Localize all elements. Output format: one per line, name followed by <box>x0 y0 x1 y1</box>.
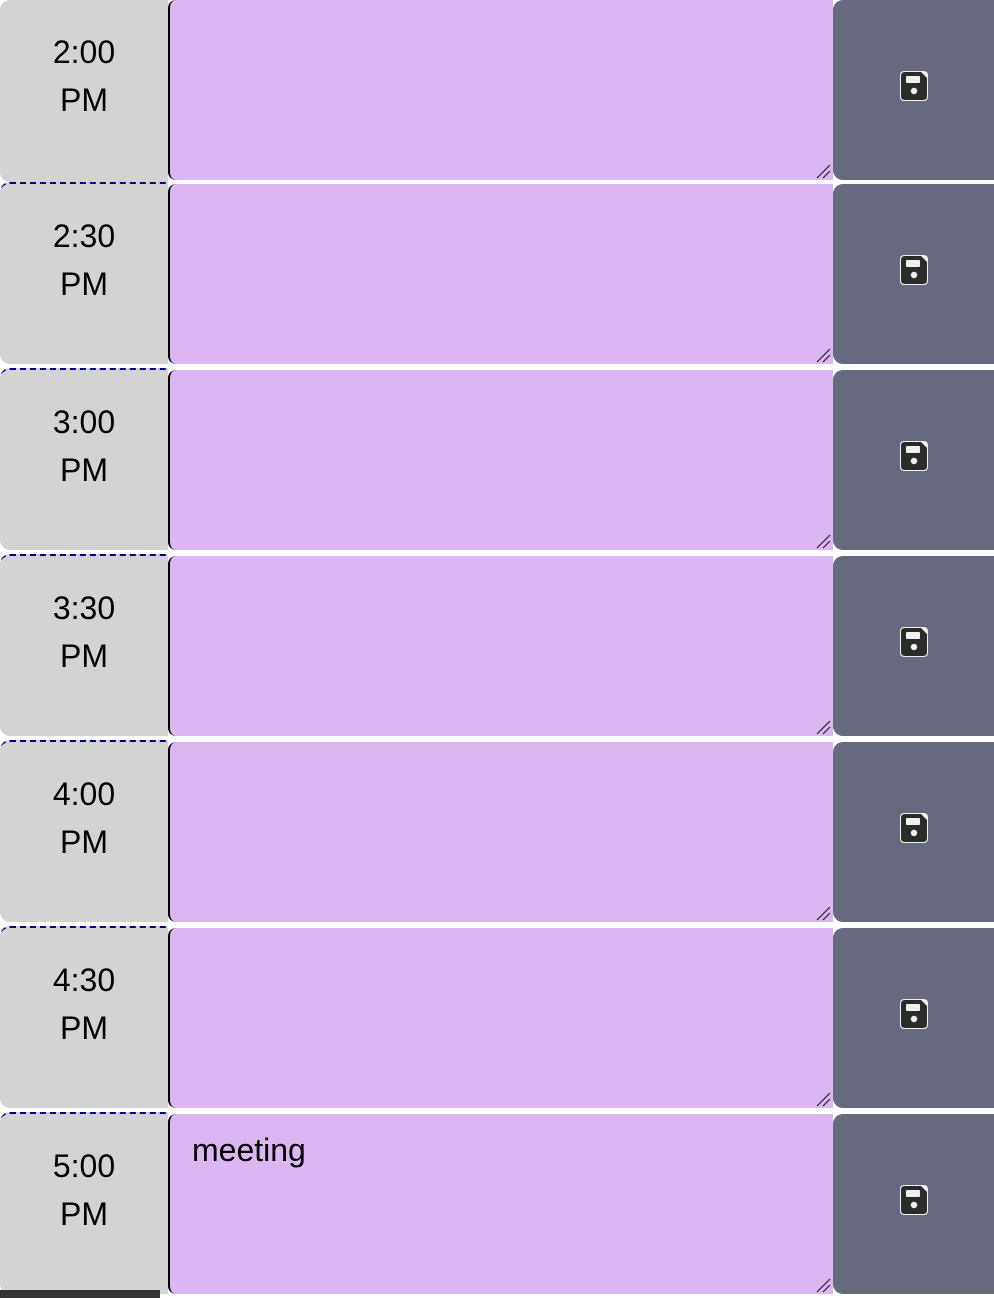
resize-grip-icon[interactable] <box>815 1091 831 1107</box>
description-textarea[interactable] <box>168 0 833 180</box>
resize-grip-icon[interactable] <box>815 719 831 735</box>
resize-grip-icon[interactable] <box>815 533 831 549</box>
hour-meridiem: PM <box>60 824 108 860</box>
hour-label: 4:30 PM <box>0 926 168 1108</box>
resize-grip-icon[interactable] <box>815 905 831 921</box>
time-block: 2:00 PM <box>0 0 994 182</box>
description-textarea[interactable] <box>168 742 833 922</box>
hour-label: 3:30 PM <box>0 554 168 736</box>
resize-grip-icon[interactable] <box>815 347 831 363</box>
hour-time: 2:00 <box>52 34 116 70</box>
resize-grip-icon[interactable] <box>815 1277 831 1293</box>
hour-label: 2:00 PM <box>0 0 168 182</box>
time-block: 2:30 PM <box>0 182 994 364</box>
time-block: 3:30 PM <box>0 554 994 736</box>
description-textarea[interactable] <box>168 928 833 1108</box>
hour-meridiem: PM <box>60 638 108 674</box>
time-block: 5:00 PM meeting <box>0 1112 994 1294</box>
save-icon <box>900 999 928 1029</box>
hour-time: 2:30 <box>52 218 116 254</box>
hour-time: 4:30 <box>52 962 116 998</box>
save-button[interactable] <box>833 184 994 364</box>
hour-time: 5:00 <box>52 1148 116 1184</box>
hour-label: 2:30 PM <box>0 182 168 364</box>
time-block: 4:00 PM <box>0 740 994 922</box>
hour-meridiem: PM <box>60 1010 108 1046</box>
time-block: 3:00 PM <box>0 368 994 550</box>
hour-time: 4:00 <box>52 776 116 812</box>
save-icon <box>900 1185 928 1215</box>
hour-meridiem: PM <box>60 1196 108 1232</box>
save-icon <box>900 71 928 101</box>
hour-label: 4:00 PM <box>0 740 168 922</box>
hour-time: 3:00 <box>52 404 116 440</box>
description-textarea[interactable] <box>168 370 833 550</box>
description-textarea[interactable] <box>168 184 833 364</box>
page-bottom-edge <box>0 1290 160 1298</box>
save-button[interactable] <box>833 556 994 736</box>
save-button[interactable] <box>833 370 994 550</box>
hour-meridiem: PM <box>60 82 108 118</box>
hour-meridiem: PM <box>60 452 108 488</box>
hour-time: 3:30 <box>52 590 116 626</box>
description-textarea[interactable] <box>168 556 833 736</box>
save-icon <box>900 255 928 285</box>
hour-meridiem: PM <box>60 266 108 302</box>
save-icon <box>900 441 928 471</box>
resize-grip-icon[interactable] <box>815 163 831 179</box>
save-icon <box>900 627 928 657</box>
save-button[interactable] <box>833 928 994 1108</box>
save-button[interactable] <box>833 1114 994 1294</box>
description-textarea[interactable]: meeting <box>168 1114 833 1294</box>
hour-label: 3:00 PM <box>0 368 168 550</box>
save-button[interactable] <box>833 0 994 180</box>
save-button[interactable] <box>833 742 994 922</box>
time-block: 4:30 PM <box>0 926 994 1108</box>
hour-label: 5:00 PM <box>0 1112 168 1294</box>
save-icon <box>900 813 928 843</box>
day-planner: 2:00 PM 2:30 PM 3:00 PM 3:30 PM 4:00 PM … <box>0 0 994 1298</box>
